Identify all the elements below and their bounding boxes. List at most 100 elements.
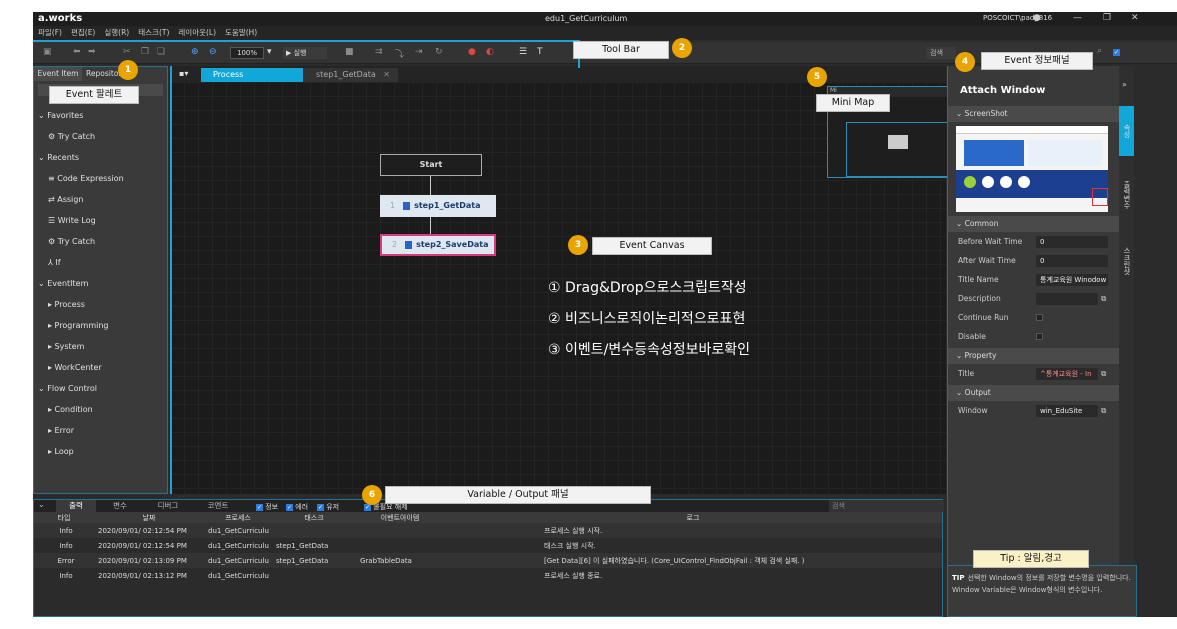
palette-item[interactable]: ⌄ EventItem	[34, 273, 167, 294]
palette-item[interactable]: ⅄ If	[34, 252, 167, 273]
window-input[interactable]: win_EduSite	[1036, 404, 1098, 417]
run-button[interactable]: ▶ 실행	[283, 47, 327, 59]
close-button[interactable]: ✕	[1131, 13, 1139, 23]
log-row[interactable]: Info 2020/09/01/ 02:13:12 PM du1_GetCurric…	[34, 568, 942, 583]
stop-icon[interactable]: ■	[345, 47, 354, 57]
section-common[interactable]: ⌄ Common	[948, 216, 1119, 232]
tab-screenshot[interactable]: 스크린샷	[1119, 236, 1134, 286]
step2-node[interactable]: 2 step2_SaveData	[380, 234, 496, 256]
step-over-icon[interactable]: ⇉	[375, 47, 383, 57]
section-screenshot[interactable]: ⌄ ScreenShot	[948, 106, 1119, 122]
menu-layout[interactable]: 레이아웃(L)	[178, 26, 216, 40]
section-property[interactable]: ⌄ Property	[948, 348, 1119, 364]
toolbar-checkbox[interactable]: ✓	[1113, 48, 1120, 57]
breakpoint-add-icon[interactable]: ●	[468, 47, 476, 57]
toolbar-search[interactable]: 검색	[926, 47, 956, 59]
breakpoint-clear-icon[interactable]: ◐	[486, 47, 494, 57]
description-input[interactable]	[1036, 292, 1098, 305]
palette-item[interactable]: ⌄ Flow Control	[34, 378, 167, 399]
new-doc-icon[interactable]: ▪▾	[179, 69, 188, 78]
tab-event-item[interactable]: Event Item	[34, 67, 82, 81]
column-header[interactable]: 프로세스	[204, 512, 272, 523]
step1-node[interactable]: 1 step1_GetData	[380, 195, 496, 217]
filter-info[interactable]: ✓ 정보	[256, 502, 278, 512]
log-row[interactable]: Error 2020/09/01/ 02:13:09 PM du1_GetCurri…	[34, 553, 942, 568]
column-header[interactable]: 이벤트아이템	[356, 512, 444, 523]
column-header[interactable]: 날짜	[94, 512, 204, 523]
edit-icon[interactable]: ⧉	[1101, 294, 1106, 304]
tab-properties[interactable]: 속성	[1119, 106, 1134, 156]
paste-icon[interactable]: ❏	[157, 47, 165, 57]
palette-item[interactable]: ≡ Code Expression	[34, 168, 167, 189]
continue-run-checkbox[interactable]	[1036, 314, 1043, 321]
step-out-icon[interactable]: ⇥	[415, 47, 423, 57]
palette-item[interactable]: ☰ Write Log	[34, 210, 167, 231]
minimap-viewport[interactable]	[846, 122, 963, 177]
column-header[interactable]: 태스크	[272, 512, 356, 523]
palette-item[interactable]: ▸ Condition	[34, 399, 167, 420]
menu-task[interactable]: 태스크(T)	[138, 26, 169, 40]
output-search[interactable]: 검색	[829, 500, 944, 512]
copy-icon[interactable]: ❐	[141, 47, 149, 57]
section-output[interactable]: ⌄ Output	[948, 385, 1119, 401]
step1-number: 1	[390, 201, 396, 210]
search-icon[interactable]: ⌕	[1097, 46, 1102, 56]
tab-close-icon[interactable]: ✕	[383, 68, 390, 82]
title-name-input[interactable]: 통계교육원 Winodow	[1036, 273, 1108, 286]
palette-item[interactable]: ⌄ Favorites	[34, 105, 167, 126]
zoom-dropdown-icon[interactable]: ▾	[267, 47, 272, 57]
zoom-in-icon[interactable]: ⊕	[191, 47, 199, 57]
redo-icon[interactable]: ➡	[88, 47, 96, 57]
log-row[interactable]: Info 2020/09/01/ 02:12:54 PM du1_GetCurric…	[34, 523, 942, 538]
tab-debug[interactable]: 디버그	[148, 500, 188, 512]
user-icon[interactable]: ●	[1033, 13, 1041, 23]
tab-step1[interactable]: step1_GetData ✕	[304, 68, 398, 82]
palette-item[interactable]: ▸ Programming	[34, 315, 167, 336]
tab-output-vars[interactable]: 출력변수	[1119, 170, 1134, 220]
palette-item[interactable]: ⚙ Try Catch	[34, 231, 167, 252]
column-header[interactable]: 타입	[34, 512, 94, 523]
step-into-icon[interactable]: ⤵	[395, 47, 404, 60]
tab-comment[interactable]: 코멘트	[198, 500, 238, 512]
palette-item[interactable]: ▸ Process	[34, 294, 167, 315]
start-node[interactable]: Start	[380, 154, 482, 176]
cut-icon[interactable]: ✂	[123, 47, 131, 57]
menu-file[interactable]: 파일(F)	[38, 26, 62, 40]
collapse-icon[interactable]: »	[1122, 80, 1127, 89]
palette-item[interactable]: ⇄ Assign	[34, 189, 167, 210]
filter-error[interactable]: ✓ 에러	[286, 502, 308, 512]
edit-icon[interactable]: ⧉	[1101, 406, 1106, 416]
undo-icon[interactable]: ⬅	[73, 47, 81, 57]
palette-item[interactable]: ▸ Error	[34, 420, 167, 441]
menu-run[interactable]: 실행(R)	[104, 26, 129, 40]
disable-checkbox[interactable]	[1036, 333, 1043, 340]
palette-item[interactable]: ⌄ Recents	[34, 147, 167, 168]
collapse-panel-icon[interactable]: ⌄	[38, 500, 45, 509]
before-wait-input[interactable]: 0	[1036, 235, 1108, 248]
palette-item[interactable]: ⚙ Try Catch	[34, 126, 167, 147]
minimize-button[interactable]: —	[1073, 13, 1082, 23]
log-row[interactable]: Info 2020/09/01/ 02:12:54 PM du1_GetCurric…	[34, 538, 942, 553]
palette-item[interactable]: ▸ Loop	[34, 441, 167, 462]
palette-item[interactable]: ▸ WorkCenter	[34, 357, 167, 378]
zoom-select[interactable]: 100%	[230, 47, 264, 59]
palette-item[interactable]: ▸ System	[34, 336, 167, 357]
zoom-out-icon[interactable]: ⊖	[209, 47, 217, 57]
edit-icon[interactable]: ⧉	[1101, 369, 1106, 379]
text-icon[interactable]: T	[537, 47, 543, 57]
panel-title: Attach Window	[960, 85, 1046, 96]
align-icon[interactable]: ☰	[519, 47, 527, 57]
title-input[interactable]: ^통계교육원 - In	[1036, 367, 1098, 380]
feature-1: ① Drag&Drop으로스크립트작성	[548, 280, 747, 296]
menu-edit[interactable]: 편집(E)	[71, 26, 95, 40]
filter-user[interactable]: ✓ 유저	[317, 502, 339, 512]
after-wait-input[interactable]: 0	[1036, 254, 1108, 267]
menu-help[interactable]: 도움말(H)	[225, 26, 257, 40]
tab-output[interactable]: 출력	[56, 500, 96, 512]
restart-icon[interactable]: ↻	[435, 47, 443, 57]
tab-variables[interactable]: 변수	[100, 500, 140, 512]
column-header[interactable]: 로그	[444, 512, 942, 523]
maximize-button[interactable]: ❐	[1103, 13, 1111, 23]
save-icon[interactable]: ▣	[43, 47, 52, 57]
tab-process[interactable]: Process	[201, 68, 303, 82]
